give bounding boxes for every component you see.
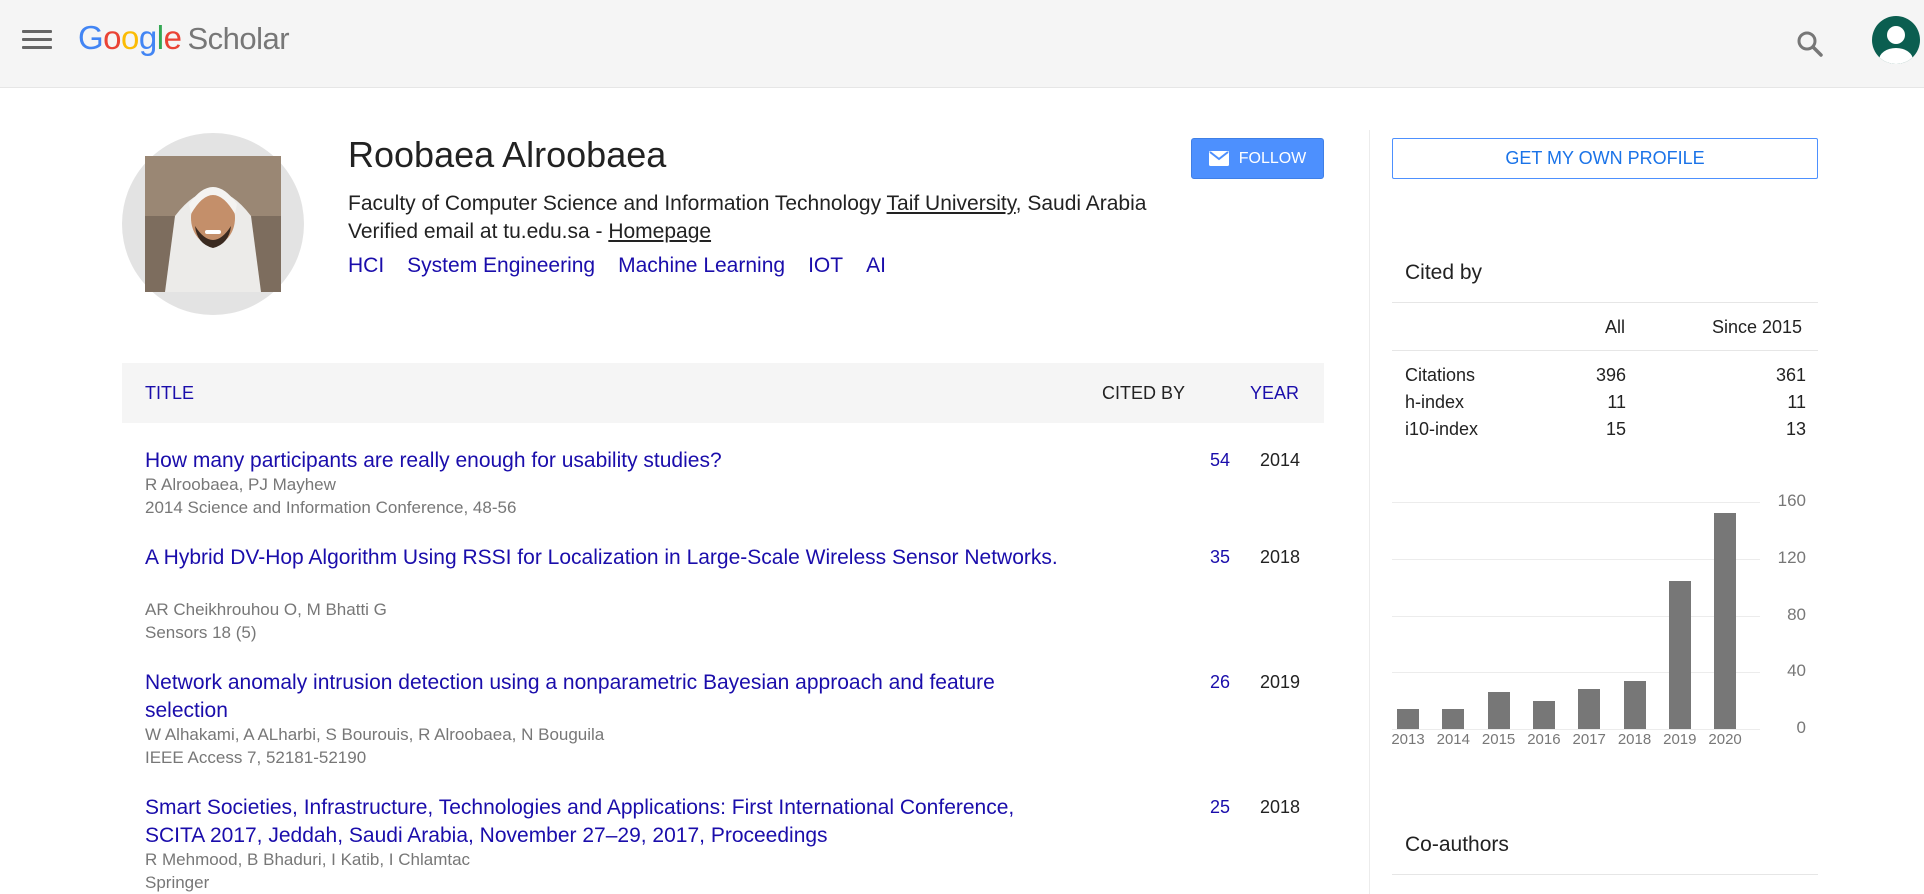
follow-button[interactable]: FOLLOW	[1191, 138, 1324, 179]
logo-letter: G	[78, 19, 104, 56]
divider	[1392, 350, 1818, 351]
chart-x-tick-label: 2018	[1617, 731, 1652, 748]
cited-by-count[interactable]: 26	[1166, 672, 1230, 693]
article-title-link[interactable]: How many participants are really enough …	[145, 447, 1075, 475]
stat-all: 11	[1607, 392, 1626, 412]
article-venue: Springer	[145, 873, 210, 892]
chart-x-tick-label: 2020	[1708, 731, 1742, 748]
top-bar: Google Scholar	[0, 0, 1924, 88]
sort-by-year[interactable]: YEAR	[1250, 383, 1299, 404]
cited-by-count[interactable]: 35	[1166, 547, 1230, 568]
stats-header-since: Since 2015	[1712, 317, 1803, 337]
logo-letter: o	[121, 19, 139, 56]
chart-gridline	[1392, 615, 1760, 617]
interest-link[interactable]: AI	[866, 254, 886, 278]
stat-since: 13	[1785, 419, 1806, 439]
chart-x-tick-label: 2016	[1527, 731, 1561, 748]
co-authors-heading: Co-authors	[1405, 833, 1509, 856]
profile-affiliation: Faculty of Computer Science and Informat…	[348, 192, 1146, 216]
logo-letter: e	[163, 19, 182, 56]
divider	[1392, 874, 1818, 875]
interest-link[interactable]: Machine Learning	[618, 254, 785, 278]
chart-bar[interactable]	[1623, 680, 1646, 729]
column-divider	[1369, 130, 1370, 894]
interest-link[interactable]: IOT	[808, 254, 843, 278]
article-authors: R Mehmood, B Bhaduri, I Katib, I Chlamta…	[145, 850, 471, 869]
article-authors: W Alhakami, A ALharbi, S Bourouis, R Alr…	[145, 725, 605, 744]
article-venue: IEEE Access 7, 52181-52190	[145, 748, 367, 767]
chart-gridline	[1392, 729, 1760, 730]
get-my-own-profile-button[interactable]: GET MY OWN PROFILE	[1392, 138, 1818, 179]
research-interests: HCI System Engineering Machine Learning …	[348, 254, 886, 278]
chart-y-tick-label: 120	[1777, 547, 1806, 567]
cited-by-count[interactable]: 54	[1166, 450, 1230, 471]
divider	[1392, 302, 1818, 303]
chart-x-tick-label: 2013	[1391, 731, 1425, 748]
mail-icon	[1208, 151, 1229, 166]
stat-label: h-index	[1405, 392, 1465, 412]
profile-photo	[145, 156, 281, 292]
chart-gridline	[1392, 558, 1760, 560]
affiliation-link[interactable]: Taif University	[887, 192, 1016, 215]
sort-by-title[interactable]: TITLE	[145, 383, 194, 404]
article-title-link[interactable]: A Hybrid DV-Hop Algorithm Using RSSI for…	[145, 544, 1075, 572]
google-scholar-logo[interactable]: Google Scholar	[78, 19, 290, 57]
chart-bar[interactable]	[1442, 709, 1465, 729]
email-text: Verified email at tu.edu.sa -	[348, 220, 609, 243]
chart-y-tick-label: 160	[1777, 491, 1806, 510]
chart-x-tick-label: 2015	[1481, 731, 1516, 748]
follow-label: FOLLOW	[1238, 149, 1307, 167]
chart-bar[interactable]	[1487, 692, 1510, 729]
profile-name: Roobaea Alroobaea	[348, 134, 667, 175]
stat-since: 361	[1775, 365, 1806, 385]
chart-bar[interactable]	[1668, 581, 1691, 729]
chart-bar[interactable]	[1397, 709, 1419, 729]
stats-header-all: All	[1605, 317, 1626, 337]
search-icon[interactable]	[1794, 28, 1826, 60]
chart-y-tick-label: 80	[1787, 604, 1806, 624]
article-venue: 2014 Science and Information Conference,…	[145, 498, 517, 517]
chart-x-tick-label: 2014	[1436, 731, 1470, 748]
cited-by-count[interactable]: 25	[1166, 797, 1230, 818]
stat-since: 11	[1787, 392, 1806, 412]
chart-bar[interactable]	[1578, 689, 1601, 729]
chart-x-tick-label: 2017	[1572, 731, 1606, 748]
article-venue: Sensors 18 (5)	[145, 623, 257, 642]
affiliation-text: Faculty of Computer Science and Informat…	[348, 192, 887, 215]
profile-email: Verified email at tu.edu.sa - Homepage	[348, 220, 711, 244]
chart-gridline	[1392, 502, 1760, 503]
article-year: 2018	[1260, 547, 1301, 567]
stat-label: i10-index	[1405, 419, 1479, 439]
chart-bar[interactable]	[1532, 700, 1555, 729]
logo-letter: g	[138, 19, 157, 56]
chart-y-tick-label: 0	[1796, 718, 1806, 737]
logo-product-name: Scholar	[187, 21, 290, 56]
cited-by-heading: Cited by	[1405, 261, 1483, 284]
hamburger-menu-icon[interactable]	[22, 27, 52, 51]
homepage-link[interactable]: Homepage	[608, 220, 711, 243]
stat-all: 15	[1605, 419, 1626, 439]
article-title-link[interactable]: Smart Societies, Infrastructure, Technol…	[145, 794, 1075, 850]
interest-link[interactable]: System Engineering	[407, 254, 595, 278]
article-authors: AR Cheikhrouhou O, M Bhatti G	[145, 600, 387, 619]
account-avatar-icon[interactable]	[1872, 16, 1920, 64]
chart-x-tick-label: 2019	[1663, 731, 1697, 748]
article-year: 2019	[1260, 672, 1301, 692]
chart-gridline	[1392, 672, 1760, 674]
article-authors: R Alroobaea, PJ Mayhew	[145, 475, 336, 494]
stat-label: Citations	[1405, 365, 1476, 385]
profile-photo-frame	[122, 133, 304, 315]
articles-table-header: TITLE CITED BY YEAR	[122, 363, 1324, 423]
article-title-link[interactable]: Network anomaly intrusion detection usin…	[145, 669, 1075, 725]
stat-all: 396	[1595, 365, 1626, 385]
chart-bar[interactable]	[1714, 513, 1737, 729]
affiliation-suffix: , Saudi Arabia	[1015, 192, 1147, 215]
sort-by-cited[interactable]: CITED BY	[1102, 383, 1185, 404]
interest-link[interactable]: HCI	[348, 254, 384, 278]
chart-y-tick-label: 40	[1787, 661, 1806, 681]
article-year: 2014	[1260, 450, 1301, 470]
logo-letter: l	[156, 19, 164, 56]
logo-letter: o	[103, 19, 122, 56]
article-year: 2018	[1260, 797, 1301, 817]
